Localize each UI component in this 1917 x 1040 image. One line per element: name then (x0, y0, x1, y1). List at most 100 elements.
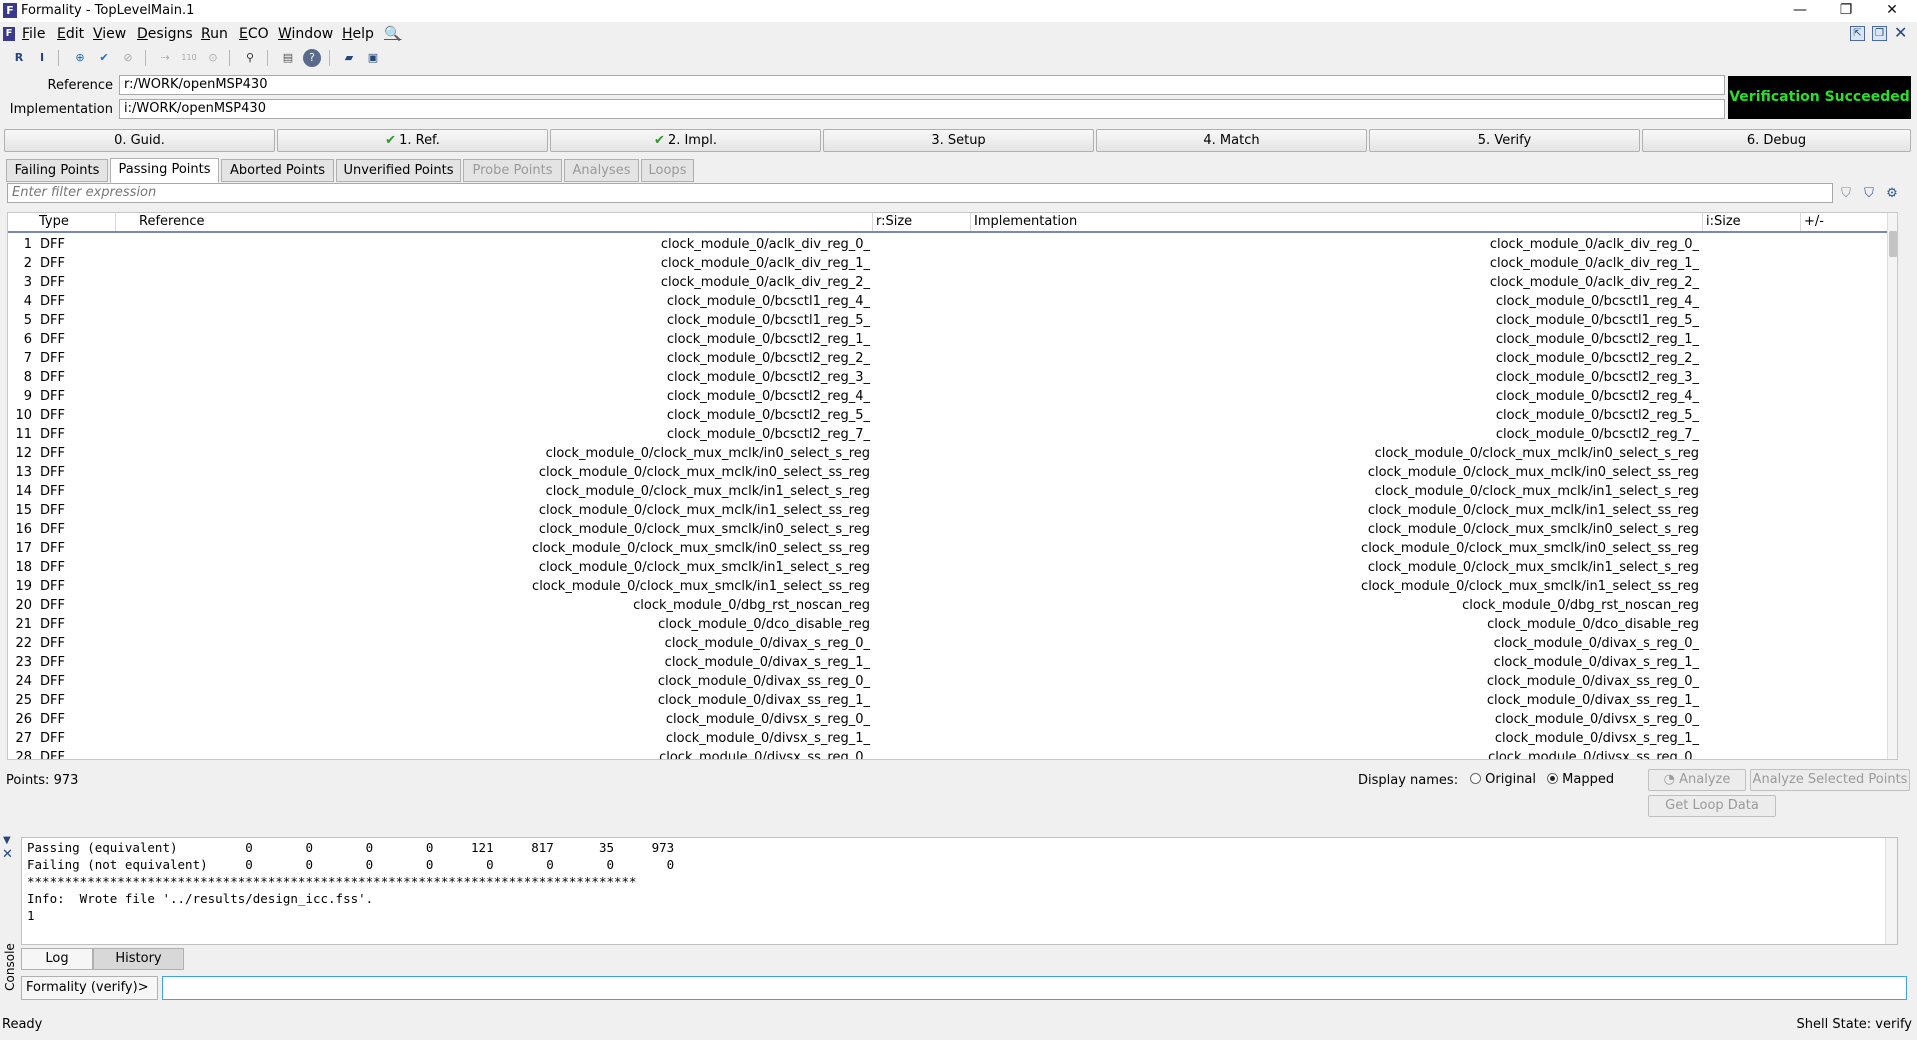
mapped-radio[interactable]: Mapped (1547, 772, 1614, 787)
binary-icon[interactable]: 110 (180, 49, 198, 67)
table-row[interactable]: 24 DFF clock_module_0/divax_ss_reg_0_ clock… (8, 672, 1887, 691)
column-reference[interactable]: Reference (136, 213, 873, 231)
reference-path-field[interactable]: r:/WORK/openMSP430 (119, 75, 1725, 95)
table-row[interactable]: 13 DFF clock_module_0/clock_mux_mclk/in0_s… (8, 463, 1887, 482)
column-i-size[interactable]: i:Size (1703, 213, 1801, 231)
search-icon[interactable]: 🔍 (384, 26, 401, 42)
table-row[interactable]: 18 DFF clock_module_0/clock_mux_smclk/in1_… (8, 558, 1887, 577)
table-scrollbar[interactable] (1887, 213, 1897, 759)
filter-input[interactable]: Enter filter expression (7, 183, 1833, 203)
mdi-restore-icon[interactable]: ❐ (1872, 26, 1887, 41)
step-verify-button[interactable]: 5. Verify (1369, 129, 1640, 152)
column-delta[interactable]: +/- (1801, 213, 1887, 231)
tab-history[interactable]: History (93, 948, 184, 970)
tab-probe-points[interactable]: Probe Points (463, 159, 562, 182)
open-folder-icon[interactable]: ▰ (340, 49, 358, 67)
cell-reference: clock_module_0/clock_mux_mclk/in0_select… (545, 446, 870, 461)
filter-icon[interactable]: ⛉ (1838, 186, 1854, 202)
get-loop-data-button[interactable]: Get Loop Data (1648, 795, 1776, 817)
probe-icon[interactable]: ⇢ (156, 49, 174, 67)
tab-unverified-points[interactable]: Unverified Points (336, 159, 461, 182)
table-row[interactable]: 8 DFF clock_module_0/bcsctl2_reg_3_ clock_m… (8, 368, 1887, 387)
table-row[interactable]: 23 DFF clock_module_0/divax_s_reg_1_ clock_… (8, 653, 1887, 672)
menu-window[interactable]: Window (278, 26, 333, 42)
row-number: 2 (23, 256, 32, 271)
table-row[interactable]: 9 DFF clock_module_0/bcsctl2_reg_4_ clock_m… (8, 387, 1887, 406)
step-label: 3. Setup (931, 133, 986, 148)
console-scrollbar[interactable] (1885, 838, 1897, 944)
table-row[interactable]: 12 DFF clock_module_0/clock_mux_mclk/in0_s… (8, 444, 1887, 463)
scrollbar-thumb[interactable] (1889, 231, 1897, 257)
table-row[interactable]: 7 DFF clock_module_0/bcsctl2_reg_2_ clock_m… (8, 349, 1887, 368)
tab-aborted-points[interactable]: Aborted Points (221, 159, 334, 182)
binoculars-icon[interactable]: ⚲ (241, 49, 259, 67)
menu-run[interactable]: Run (201, 26, 228, 42)
mdi-float-icon[interactable]: ⇱ (1850, 26, 1865, 41)
table-row[interactable]: 26 DFF clock_module_0/divsx_s_reg_0_ clock_… (8, 710, 1887, 729)
step-debug-button[interactable]: 6. Debug (1642, 129, 1911, 152)
table-row[interactable]: 3 DFF clock_module_0/aclk_div_reg_2_ clock_… (8, 273, 1887, 292)
verify-icon[interactable]: ✔ (95, 49, 113, 67)
table-row[interactable]: 6 DFF clock_module_0/bcsctl2_reg_1_ clock_m… (8, 330, 1887, 349)
zoom-icon[interactable]: ⊙ (204, 49, 222, 67)
menu-view[interactable]: View (93, 26, 126, 42)
save-icon[interactable]: ▣ (364, 49, 382, 67)
table-row[interactable]: 25 DFF clock_module_0/divax_ss_reg_1_ clock… (8, 691, 1887, 710)
cell-implementation: clock_module_0/clock_mux_mclk/in1_select… (1374, 484, 1699, 499)
table-row[interactable]: 1 DFF clock_module_0/aclk_div_reg_0_ clock_… (8, 235, 1887, 254)
filter-settings-icon[interactable]: ⚙ (1884, 186, 1900, 202)
cell-type: DFF (40, 427, 65, 442)
tab-analyses[interactable]: Analyses (564, 159, 639, 182)
column-type[interactable]: Type (36, 213, 116, 231)
mdi-close-icon[interactable]: ✕ (1894, 23, 1907, 42)
table-row[interactable]: 22 DFF clock_module_0/divax_s_reg_0_ clock_… (8, 634, 1887, 653)
tab-log[interactable]: Log (21, 948, 93, 970)
table-row[interactable]: 16 DFF clock_module_0/clock_mux_smclk/in0_… (8, 520, 1887, 539)
table-row[interactable]: 21 DFF clock_module_0/dco_disable_reg clock… (8, 615, 1887, 634)
table-row[interactable]: 14 DFF clock_module_0/clock_mux_mclk/in1_s… (8, 482, 1887, 501)
menu-edit[interactable]: Edit (57, 26, 84, 42)
table-row[interactable]: 4 DFF clock_module_0/bcsctl1_reg_4_ clock_m… (8, 292, 1887, 311)
step-guidance-button[interactable]: 0. Guid. (4, 129, 275, 152)
table-row[interactable]: 28 DFF clock_module_0/divsx_ss_reg_0_ clock… (8, 748, 1887, 759)
table-row[interactable]: 19 DFF clock_module_0/clock_mux_smclk/in1_… (8, 577, 1887, 596)
reference-icon[interactable]: R (10, 49, 28, 67)
match-icon[interactable]: ⊕ (71, 49, 89, 67)
tab-passing-points[interactable]: Passing Points (110, 158, 219, 183)
table-row[interactable]: 20 DFF clock_module_0/dbg_rst_noscan_reg cl… (8, 596, 1887, 615)
step-reference-button[interactable]: ✔ 1. Ref. (277, 129, 548, 152)
menu-file[interactable]: File (22, 26, 45, 42)
implementation-icon[interactable]: I (33, 49, 51, 67)
menu-designs[interactable]: Designs (137, 26, 193, 42)
table-row[interactable]: 2 DFF clock_module_0/aclk_div_reg_1_ clock_… (8, 254, 1887, 273)
menu-eco[interactable]: ECO (239, 26, 269, 42)
maximize-button[interactable]: ❐ (1823, 0, 1869, 22)
step-implementation-button[interactable]: ✔ 2. Impl. (550, 129, 821, 152)
help-icon[interactable]: ? (303, 49, 321, 67)
close-button[interactable]: ✕ (1869, 0, 1915, 22)
table-row[interactable]: 11 DFF clock_module_0/bcsctl2_reg_7_ clock_… (8, 425, 1887, 444)
tab-loops[interactable]: Loops (641, 159, 694, 182)
step-setup-button[interactable]: 3. Setup (823, 129, 1094, 152)
command-input[interactable] (162, 976, 1907, 1000)
console-close-icon[interactable]: ✕ (2, 847, 13, 862)
table-row[interactable]: 27 DFF clock_module_0/divsx_s_reg_1_ clock_… (8, 729, 1887, 748)
minimize-button[interactable]: — (1777, 0, 1823, 22)
table-row[interactable]: 15 DFF clock_module_0/clock_mux_mclk/in1_s… (8, 501, 1887, 520)
implementation-path-field[interactable]: i:/WORK/openMSP430 (119, 99, 1725, 119)
tab-failing-points[interactable]: Failing Points (6, 159, 108, 182)
table-row[interactable]: 5 DFF clock_module_0/bcsctl1_reg_5_ clock_m… (8, 311, 1887, 330)
table-row[interactable]: 17 DFF clock_module_0/clock_mux_smclk/in0_… (8, 539, 1887, 558)
step-match-button[interactable]: 4. Match (1096, 129, 1367, 152)
analyze-selected-button[interactable]: Analyze Selected Points (1750, 769, 1910, 791)
collapse-icon[interactable]: ▼ (3, 835, 11, 846)
column-implementation[interactable]: Implementation (971, 213, 1703, 231)
column-r-size[interactable]: r:Size (873, 213, 971, 231)
filter-apply-icon[interactable]: ⛉ (1861, 186, 1877, 202)
report-icon[interactable]: ▤ (279, 49, 297, 67)
table-row[interactable]: 10 DFF clock_module_0/bcsctl2_reg_5_ clock_… (8, 406, 1887, 425)
menu-help[interactable]: Help (342, 26, 374, 42)
analyze-button[interactable]: ◔ Analyze (1648, 769, 1746, 791)
original-radio[interactable]: Original (1470, 772, 1536, 787)
stop-icon[interactable]: ⊘ (119, 49, 137, 67)
